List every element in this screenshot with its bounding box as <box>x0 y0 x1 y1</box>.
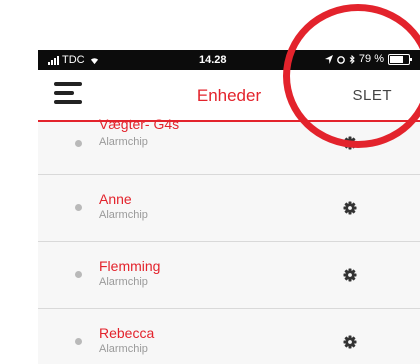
battery-fill <box>390 55 403 63</box>
status-dot <box>75 140 82 147</box>
device-type: Alarmchip <box>99 209 148 221</box>
list-item[interactable]: Rebecca Alarmchip <box>38 309 420 364</box>
delete-button[interactable]: SLET <box>352 87 392 104</box>
list-item[interactable]: Anne Alarmchip <box>38 175 420 242</box>
status-dot <box>75 204 82 211</box>
phone-screen: TDC 14.28 79 % Enheder SLET Vægter- G4s … <box>38 50 420 364</box>
navigation-bar: Enheder SLET <box>38 70 420 122</box>
device-list: Vægter- G4s Alarmchip Anne Alarmchip Fle… <box>38 116 420 364</box>
list-item[interactable]: Flemming Alarmchip <box>38 242 420 309</box>
gear-icon[interactable] <box>343 335 357 349</box>
device-name: Flemming <box>99 258 161 274</box>
battery-icon <box>388 53 412 65</box>
status-bar: TDC 14.28 79 % <box>38 50 420 70</box>
bluetooth-icon <box>349 54 355 64</box>
device-type: Alarmchip <box>99 276 148 288</box>
status-dot <box>75 271 82 278</box>
wifi-icon <box>90 57 98 64</box>
device-name: Anne <box>99 191 132 207</box>
carrier-label: TDC <box>62 54 85 66</box>
device-type: Alarmchip <box>99 343 148 355</box>
status-time: 14.28 <box>199 54 227 66</box>
device-type: Alarmchip <box>99 136 148 148</box>
status-right: 79 % <box>324 53 412 65</box>
gear-icon[interactable] <box>343 136 357 150</box>
alarm-clock-icon <box>337 55 345 64</box>
list-item[interactable]: Vægter- G4s Alarmchip <box>38 116 420 175</box>
status-dot <box>75 338 82 345</box>
device-name: Rebecca <box>99 325 155 341</box>
status-left: TDC <box>48 54 99 66</box>
device-name: Vægter- G4s <box>99 116 180 132</box>
gear-icon[interactable] <box>343 268 357 282</box>
gear-icon[interactable] <box>343 201 357 215</box>
location-arrow-icon <box>324 54 333 64</box>
signal-icon <box>48 55 59 65</box>
battery-percentage: 79 % <box>358 53 384 65</box>
